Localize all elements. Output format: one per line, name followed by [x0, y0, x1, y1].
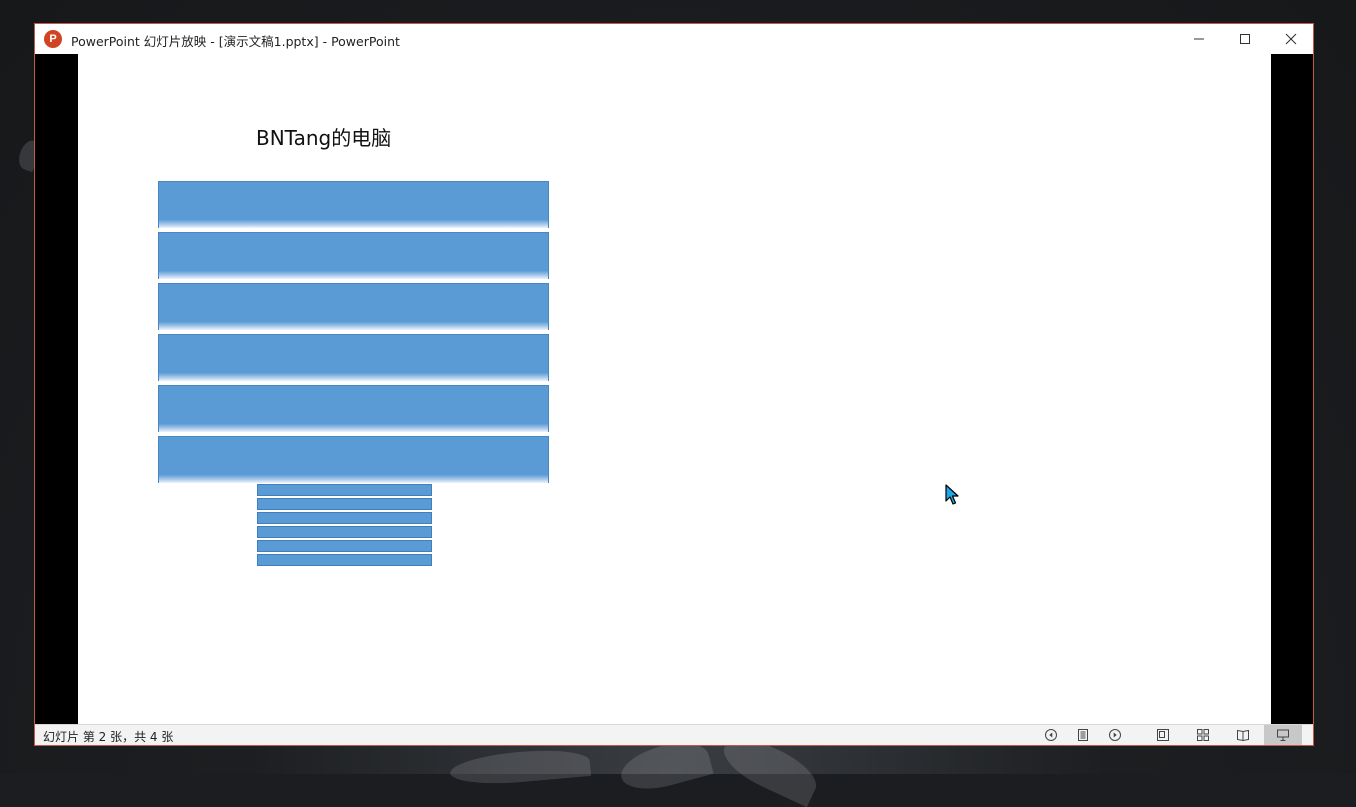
desktop-leaf-decoration: [448, 745, 592, 789]
powerpoint-app-icon: P: [44, 30, 62, 48]
small-bar-shape: [257, 512, 432, 524]
mouse-cursor-icon: [945, 484, 959, 505]
small-bar-shape: [257, 540, 432, 552]
small-bar-shape: [257, 526, 432, 538]
minimize-button[interactable]: [1176, 24, 1222, 54]
close-button[interactable]: [1268, 24, 1314, 54]
slideshow-icon: [1277, 729, 1289, 741]
large-bar-shape: [158, 283, 549, 330]
slide-sorter-button[interactable]: [1190, 725, 1216, 745]
slide-position-text: 幻灯片 第 2 张，共 4 张: [43, 730, 174, 744]
minimize-icon: [1194, 38, 1204, 40]
large-bar-shape: [158, 232, 549, 279]
large-bar-shape: [158, 334, 549, 381]
large-bar-shape: [158, 436, 549, 483]
large-bar-shape: [158, 181, 549, 228]
slide-menu-button[interactable]: [1070, 725, 1096, 745]
small-bar-shape: [257, 498, 432, 510]
small-bar-shape: [257, 554, 432, 566]
slide-canvas[interactable]: BNTang的电脑: [78, 54, 1271, 725]
small-bar-shape: [257, 484, 432, 496]
slideshow-view-button[interactable]: [1264, 725, 1302, 745]
menu-icon: [1078, 729, 1088, 741]
previous-slide-button[interactable]: [1038, 725, 1064, 745]
maximize-icon: [1240, 34, 1250, 44]
normal-view-button[interactable]: [1150, 725, 1176, 745]
window-title: PowerPoint 幻灯片放映 - [演示文稿1.pptx] - PowerP…: [71, 34, 400, 49]
slideshow-window: P PowerPoint 幻灯片放映 - [演示文稿1.pptx] - Powe…: [34, 23, 1314, 746]
maximize-button[interactable]: [1222, 24, 1268, 54]
title-bar[interactable]: P PowerPoint 幻灯片放映 - [演示文稿1.pptx] - Powe…: [35, 24, 1313, 54]
previous-icon: [1045, 729, 1057, 741]
large-bar-stack: [158, 181, 549, 487]
reading-view-icon: [1237, 729, 1249, 742]
large-bar-shape: [158, 385, 549, 432]
normal-view-icon: [1157, 729, 1169, 741]
next-slide-button[interactable]: [1102, 725, 1128, 745]
next-icon: [1109, 729, 1121, 741]
status-bar: 幻灯片 第 2 张，共 4 张: [35, 724, 1313, 745]
slide-title: BNTang的电脑: [256, 126, 392, 150]
slide-sorter-icon: [1197, 729, 1209, 741]
small-bar-stack: [257, 484, 432, 568]
reading-view-button[interactable]: [1230, 725, 1256, 745]
close-icon: [1285, 33, 1297, 45]
